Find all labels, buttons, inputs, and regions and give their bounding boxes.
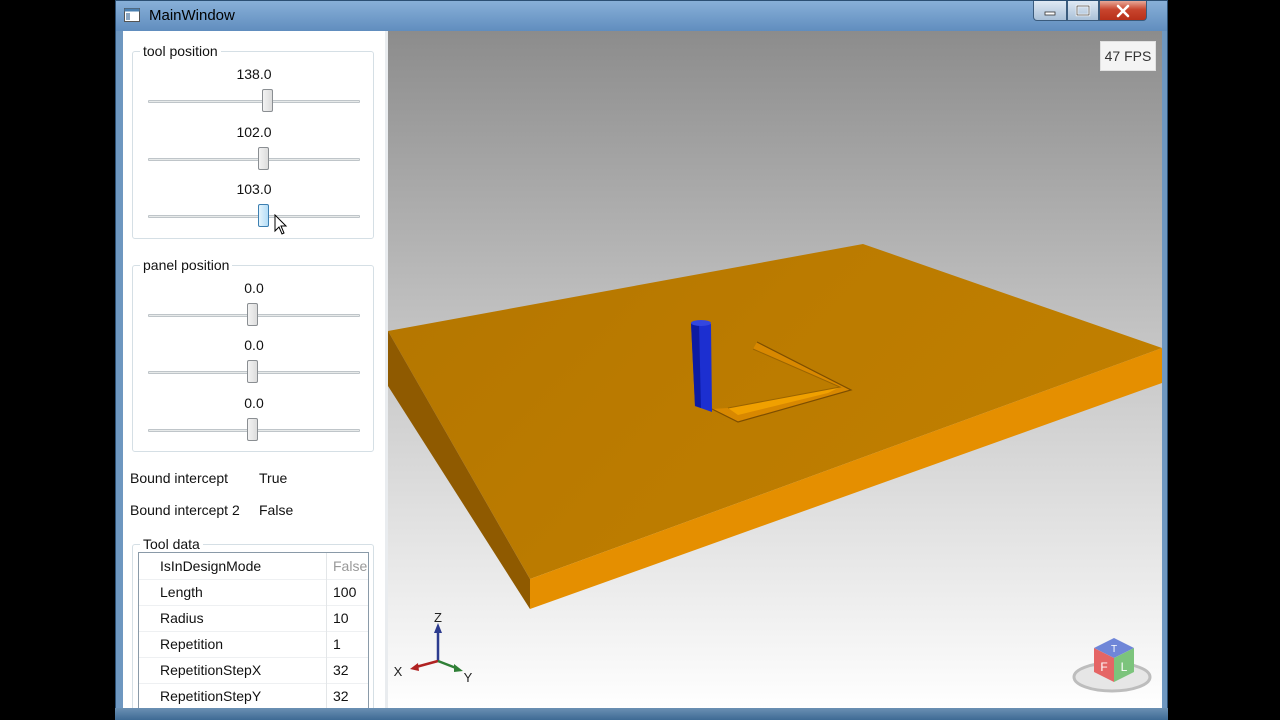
fps-counter: 47 FPS xyxy=(1100,41,1156,71)
property-name: RepetitionStepY xyxy=(160,688,262,704)
maximize-button[interactable] xyxy=(1067,1,1099,21)
tool-x-value: 138.0 xyxy=(236,66,272,82)
property-name: Repetition xyxy=(160,636,224,652)
axis-y-label: Y xyxy=(464,670,473,685)
bound-intercept-2-label: Bound intercept 2 xyxy=(130,502,240,518)
axis-x-label: X xyxy=(394,664,403,679)
tool-z-value: 103.0 xyxy=(236,181,272,197)
tool-z-slider-thumb[interactable] xyxy=(258,204,269,227)
tool-data-label: Tool data xyxy=(140,536,203,552)
property-value[interactable]: False xyxy=(326,553,368,579)
property-grid[interactable]: IsInDesignMode False Length 100 Radius 1… xyxy=(138,552,369,709)
property-name: IsInDesignMode xyxy=(160,558,262,574)
tool-z-slider-track[interactable] xyxy=(148,215,360,218)
view-cube-top-label: T xyxy=(1111,644,1117,655)
property-value[interactable]: 32 xyxy=(326,657,368,683)
minimize-icon xyxy=(1044,11,1056,15)
tool-x-slider-thumb[interactable] xyxy=(262,89,273,112)
3d-viewport[interactable]: Z X Y T F L xyxy=(388,31,1162,709)
property-row[interactable]: Length 100 xyxy=(139,579,368,606)
title-bar[interactable]: MainWindow xyxy=(116,1,1167,31)
panel-x-value: 0.0 xyxy=(244,280,264,296)
maximize-icon xyxy=(1075,4,1091,17)
panel-position-group: panel position 0.0 0.0 0.0 xyxy=(132,257,374,452)
close-button[interactable] xyxy=(1099,1,1147,21)
view-cube-left-label: L xyxy=(1121,660,1128,674)
tool-x-slider-track[interactable] xyxy=(148,100,360,103)
property-row[interactable]: Radius 10 xyxy=(139,605,368,632)
bound-intercept-row: Bound intercept True xyxy=(130,470,287,486)
property-value[interactable]: 1 xyxy=(326,631,368,657)
property-row[interactable]: IsInDesignMode False xyxy=(139,553,368,580)
property-row[interactable]: Repetition 1 xyxy=(139,631,368,658)
panel-y-value: 0.0 xyxy=(244,337,264,353)
panel-z-slider-thumb[interactable] xyxy=(247,418,258,441)
app-window-icon xyxy=(124,8,140,22)
bound-intercept-value: True xyxy=(259,470,288,486)
client-area: tool position 138.0 102.0 103.0 panel po… xyxy=(123,31,1162,709)
property-name: Radius xyxy=(160,610,204,626)
property-name: Length xyxy=(160,584,203,600)
close-icon xyxy=(1116,4,1130,17)
minimize-button[interactable] xyxy=(1033,1,1067,21)
desktop-background-bottom xyxy=(115,708,1168,720)
main-window: MainWindow tool position 138.0 102.0 103… xyxy=(115,0,1168,720)
mouse-pointer-icon xyxy=(274,214,288,235)
bound-intercept-2-row: Bound intercept 2 False xyxy=(130,502,293,518)
panel-x-slider-thumb[interactable] xyxy=(247,303,258,326)
property-row[interactable]: RepetitionStepX 32 xyxy=(139,657,368,684)
tool-y-value: 102.0 xyxy=(236,124,272,140)
panel-z-value: 0.0 xyxy=(244,395,264,411)
property-value[interactable]: 10 xyxy=(326,605,368,631)
bound-intercept-2-value: False xyxy=(259,502,294,518)
tool-position-label: tool position xyxy=(140,43,221,59)
tool-position-group: tool position 138.0 102.0 103.0 xyxy=(132,43,374,239)
panel-y-slider-thumb[interactable] xyxy=(247,360,258,383)
control-panel: tool position 138.0 102.0 103.0 panel po… xyxy=(123,31,385,709)
property-name: RepetitionStepX xyxy=(160,662,262,678)
property-value[interactable]: 32 xyxy=(326,683,368,709)
panel-position-label: panel position xyxy=(140,257,233,273)
view-cube-front-label: F xyxy=(1100,660,1107,674)
axis-z-label: Z xyxy=(434,610,442,625)
property-value[interactable]: 100 xyxy=(326,579,368,605)
window-title: MainWindow xyxy=(149,7,235,24)
tool-y-slider-track[interactable] xyxy=(148,158,360,161)
tool-y-slider-thumb[interactable] xyxy=(258,147,269,170)
bound-intercept-label: Bound intercept xyxy=(130,470,229,486)
property-row[interactable]: RepetitionStepY 32 xyxy=(139,683,368,709)
